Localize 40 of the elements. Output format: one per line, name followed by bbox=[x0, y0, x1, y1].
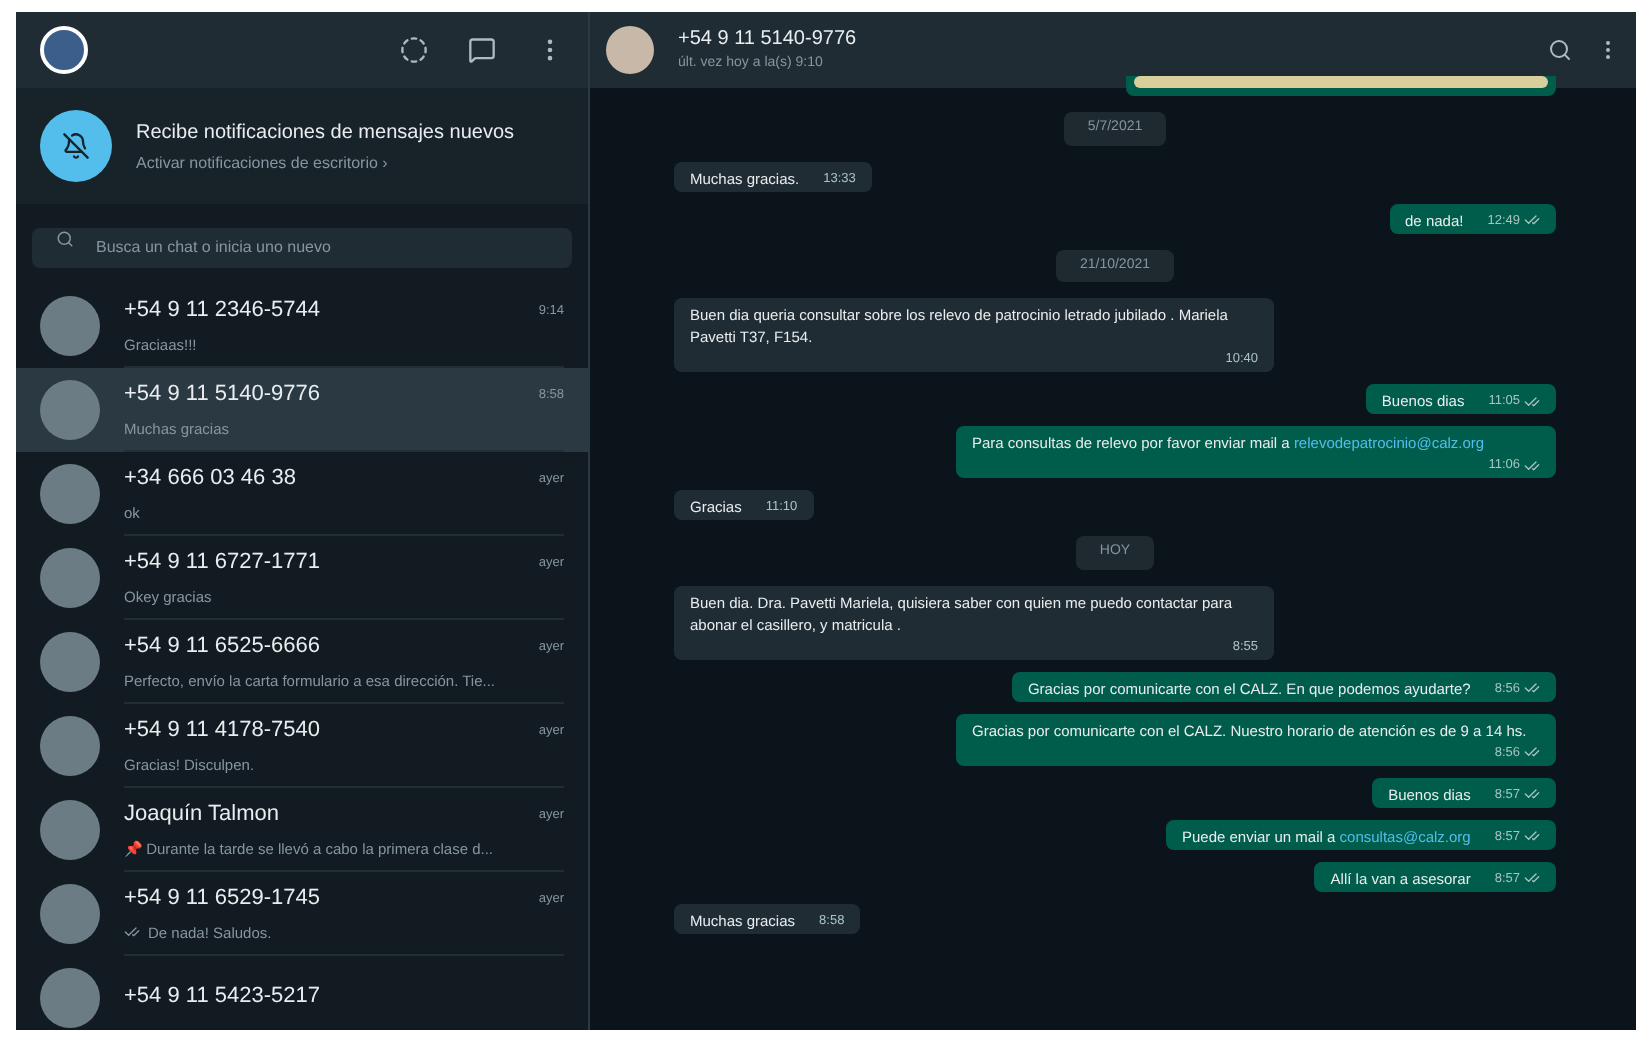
contact-avatar bbox=[40, 380, 100, 440]
contact-avatar bbox=[40, 884, 100, 944]
contact-avatar bbox=[40, 968, 100, 1028]
contact-name: +54 9 11 5140-9776 bbox=[678, 26, 859, 55]
contact-name: +54 9 11 5423-5217 bbox=[124, 982, 320, 1013]
contact-avatar bbox=[40, 296, 100, 356]
image-message[interactable] bbox=[1126, 76, 1556, 96]
contact-avatar bbox=[40, 548, 100, 608]
new-chat-icon[interactable] bbox=[468, 36, 496, 64]
double-check-icon bbox=[1524, 828, 1540, 844]
contact-avatar bbox=[40, 716, 100, 776]
contact-avatar bbox=[40, 464, 100, 524]
search-icon bbox=[56, 230, 74, 248]
contact-name: +34 666 03 46 38 bbox=[124, 464, 296, 495]
contact-name: +54 9 11 6529-1745 bbox=[124, 884, 320, 915]
bell-off-icon bbox=[40, 110, 112, 182]
notification-title: Recibe notificaciones de mensajes nuevos bbox=[136, 119, 514, 147]
contact-name: +54 9 11 6525-6666 bbox=[124, 632, 320, 663]
notification-banner[interactable]: Recibe notificaciones de mensajes nuevos Activar notificaciones de escritorio › bbox=[16, 88, 588, 204]
contact-name: +54 9 11 6727-1771 bbox=[124, 548, 320, 579]
double-check-icon bbox=[1524, 457, 1540, 473]
search-icon[interactable] bbox=[1548, 38, 1572, 62]
chat-item[interactable]: +54 9 11 5423-5217 bbox=[16, 956, 588, 1030]
double-check-icon bbox=[1524, 870, 1540, 886]
contact-name: +54 9 11 4178-7540 bbox=[124, 716, 320, 747]
contact-name: +54 9 11 5140-9776 bbox=[124, 380, 320, 411]
double-check-icon bbox=[1524, 680, 1540, 696]
contact-avatar[interactable] bbox=[606, 26, 654, 74]
double-check-icon bbox=[1524, 786, 1540, 802]
contact-avatar bbox=[40, 632, 100, 692]
profile-avatar[interactable] bbox=[40, 26, 88, 74]
double-check-icon bbox=[1524, 744, 1540, 760]
search-field[interactable]: Busca un chat o inicia uno nuevo bbox=[32, 227, 572, 267]
contact-avatar bbox=[40, 800, 100, 860]
contact-name: Joaquín Talmon bbox=[124, 800, 279, 831]
double-check-icon bbox=[1524, 212, 1540, 228]
contact-name: +54 9 11 2346-5744 bbox=[124, 296, 320, 327]
status-icon[interactable] bbox=[400, 36, 428, 64]
double-check-icon bbox=[1524, 393, 1540, 409]
notification-link[interactable]: Activar notificaciones de escritorio › bbox=[136, 151, 514, 175]
